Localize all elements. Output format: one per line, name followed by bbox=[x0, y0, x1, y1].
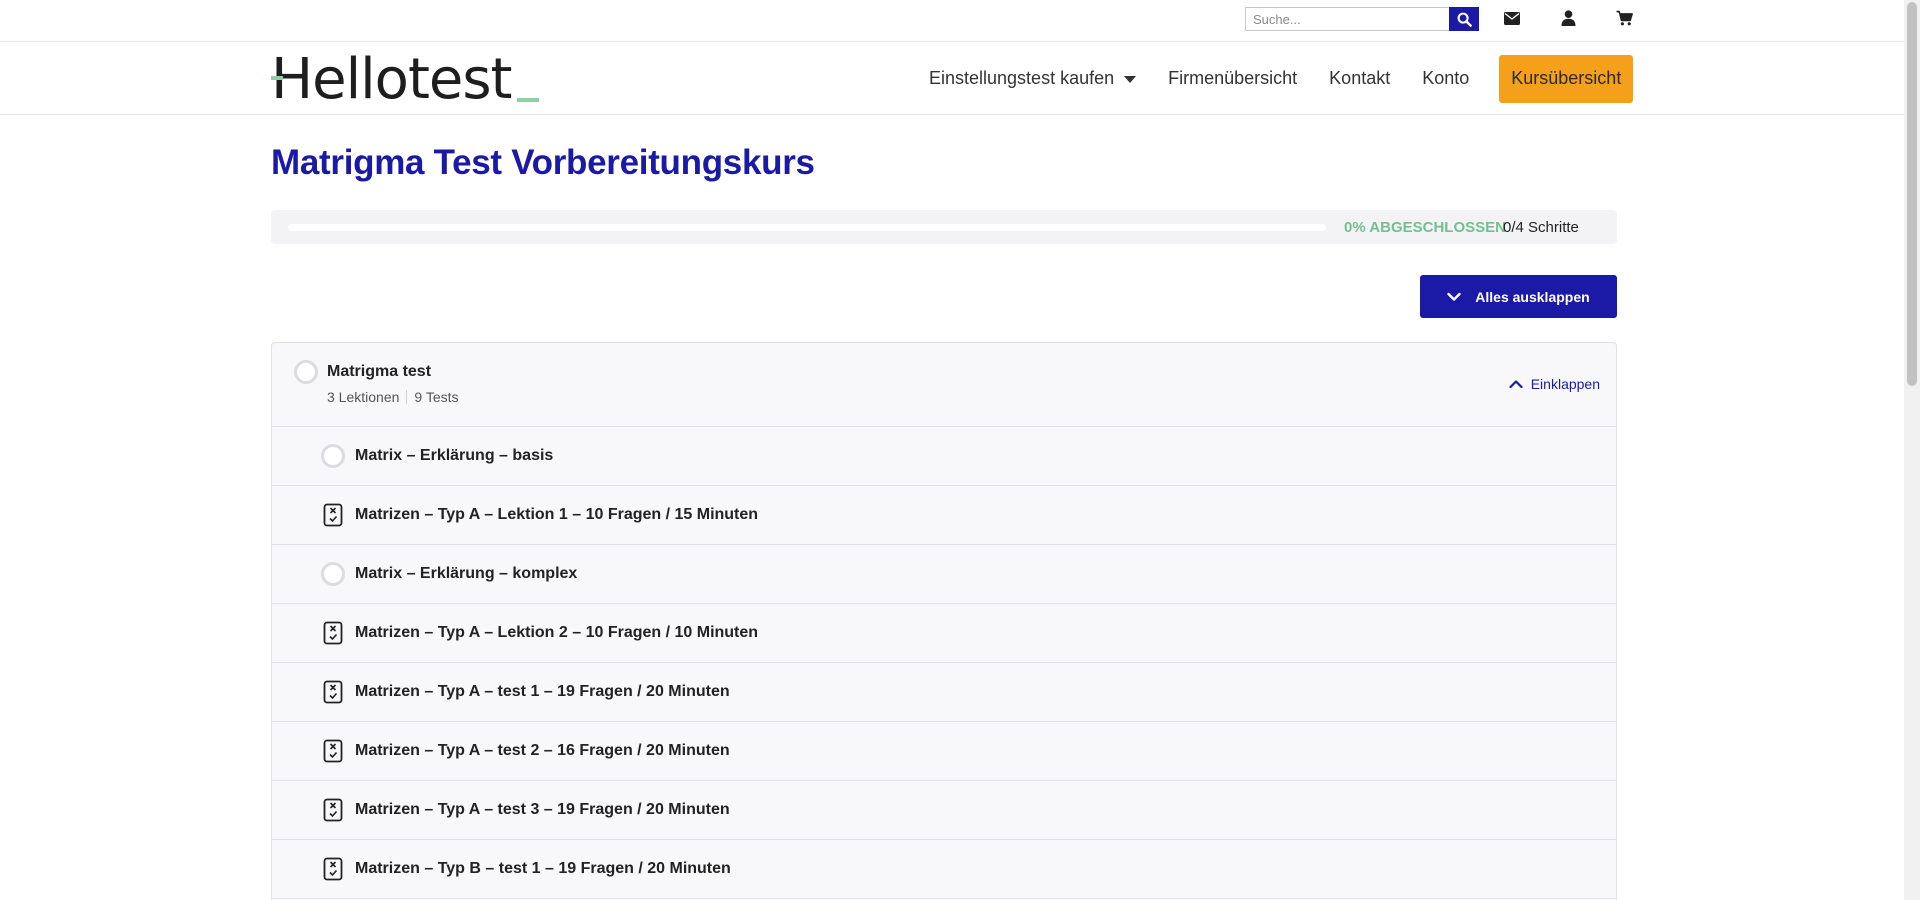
expand-all-label: Alles ausklappen bbox=[1475, 288, 1590, 305]
logo-text: Hellotest bbox=[271, 47, 512, 112]
lesson-title: Matrizen – Typ A – Lektion 1 – 10 Fragen… bbox=[355, 506, 759, 523]
progress-percent-label: 0% ABGESCHLOSSEN bbox=[1344, 219, 1506, 236]
lesson-row[interactable]: Matrizen – Typ A – Lektion 1 – 10 Fragen… bbox=[272, 486, 1616, 545]
status-circle-icon bbox=[321, 562, 345, 586]
lessons-count: 3 Lektionen bbox=[327, 389, 400, 405]
kursuebersicht-button[interactable]: Kursübersicht bbox=[1499, 54, 1634, 103]
nav-item-label: Einstellungstest kaufen bbox=[929, 68, 1115, 88]
progress-steps: 0/4 Schritte bbox=[1503, 219, 1579, 236]
cta-label: Kursübersicht bbox=[1511, 68, 1622, 88]
chevron-down-icon bbox=[1447, 292, 1461, 301]
nav-item-label: Firmenübersicht bbox=[1168, 68, 1298, 88]
lesson-row[interactable]: Matrizen – Typ A – Lektion 2 – 10 Fragen… bbox=[272, 604, 1616, 663]
tests-count: 9 Tests bbox=[414, 389, 459, 405]
scrollbar-thumb[interactable] bbox=[1907, 2, 1917, 386]
site-header: Hellotest Einstellungstest kaufen Firmen… bbox=[0, 42, 1904, 115]
lesson-row[interactable]: Matrix – Erklärung – basis bbox=[272, 427, 1616, 486]
logo-accent-mark bbox=[271, 76, 283, 80]
quiz-icon bbox=[321, 621, 345, 645]
caret-down-icon bbox=[1124, 76, 1137, 83]
collapse-label: Einklappen bbox=[1530, 376, 1600, 392]
section-title: Matrigma test bbox=[327, 363, 432, 380]
nav-item-label: Kontakt bbox=[1329, 68, 1391, 88]
nav-item-firmenuebersicht[interactable]: Firmenübersicht bbox=[1168, 68, 1297, 89]
nav-item-kontakt[interactable]: Kontakt bbox=[1329, 68, 1390, 89]
cart-icon[interactable] bbox=[1614, 8, 1634, 28]
lesson-list: Matrix – Erklärung – basis Matrizen – Typ… bbox=[272, 427, 1616, 899]
lesson-title: Matrix – Erklärung – komplex bbox=[355, 565, 578, 582]
quiz-icon bbox=[321, 739, 345, 763]
section-meta: 3 Lektionen 9 Tests bbox=[327, 389, 459, 405]
expand-all-button[interactable]: Alles ausklappen bbox=[1420, 275, 1617, 318]
course-section: Matrigma test 3 Lektionen 9 Tests Einkla… bbox=[271, 342, 1617, 900]
quiz-icon bbox=[321, 857, 345, 881]
collapse-button[interactable]: Einklappen bbox=[1509, 376, 1600, 392]
quiz-icon bbox=[321, 798, 345, 822]
page-title: Matrigma Test Vorbereitungskurs bbox=[271, 143, 815, 182]
quiz-icon bbox=[321, 680, 345, 704]
course-progress: 0% ABGESCHLOSSEN 0/4 Schritte bbox=[271, 210, 1617, 244]
page-scrollbar[interactable] bbox=[1904, 0, 1920, 900]
user-icon[interactable] bbox=[1558, 8, 1578, 28]
search-button[interactable] bbox=[1449, 7, 1479, 31]
search-form bbox=[1245, 7, 1479, 31]
main-nav: Einstellungstest kaufen Firmenübersicht … bbox=[897, 42, 1634, 115]
mail-icon[interactable] bbox=[1502, 8, 1522, 28]
lesson-title: Matrizen – Typ A – test 2 – 16 Fragen / … bbox=[355, 742, 730, 759]
chevron-up-icon bbox=[1509, 380, 1523, 389]
lesson-row[interactable]: Matrizen – Typ A – test 1 – 19 Fragen / … bbox=[272, 663, 1616, 722]
progress-track bbox=[288, 224, 1326, 231]
lesson-row[interactable]: Matrizen – Typ B – test 1 – 19 Fragen / … bbox=[272, 840, 1616, 899]
nav-item-einstellungstest-kaufen[interactable]: Einstellungstest kaufen bbox=[929, 68, 1137, 89]
lesson-title: Matrizen – Typ A – test 3 – 19 Fragen / … bbox=[355, 801, 730, 818]
section-header[interactable]: Matrigma test 3 Lektionen 9 Tests Einkla… bbox=[272, 343, 1616, 427]
status-circle-icon bbox=[321, 444, 345, 468]
status-circle-icon bbox=[294, 360, 318, 384]
lesson-title: Matrizen – Typ A – test 1 – 19 Fragen / … bbox=[355, 683, 730, 700]
site-logo[interactable]: Hellotest bbox=[271, 47, 540, 112]
lesson-row[interactable]: Matrizen – Typ A – test 3 – 19 Fragen / … bbox=[272, 781, 1616, 840]
nav-item-label: Konto bbox=[1422, 68, 1470, 88]
search-icon bbox=[1457, 12, 1472, 27]
lesson-row[interactable]: Matrix – Erklärung – komplex bbox=[272, 545, 1616, 604]
quiz-icon bbox=[321, 503, 345, 527]
lesson-row[interactable]: Matrizen – Typ A – test 2 – 16 Fragen / … bbox=[272, 722, 1616, 781]
meta-divider bbox=[406, 390, 408, 404]
lesson-title: Matrizen – Typ B – test 1 – 19 Fragen / … bbox=[355, 860, 731, 877]
nav-item-konto[interactable]: Konto bbox=[1422, 68, 1469, 89]
logo-underscore-mark bbox=[517, 98, 540, 102]
lesson-title: Matrizen – Typ A – Lektion 2 – 10 Fragen… bbox=[355, 624, 759, 641]
search-input[interactable] bbox=[1245, 7, 1449, 31]
lesson-title: Matrix – Erklärung – basis bbox=[355, 447, 554, 464]
top-utility-bar bbox=[0, 0, 1904, 42]
